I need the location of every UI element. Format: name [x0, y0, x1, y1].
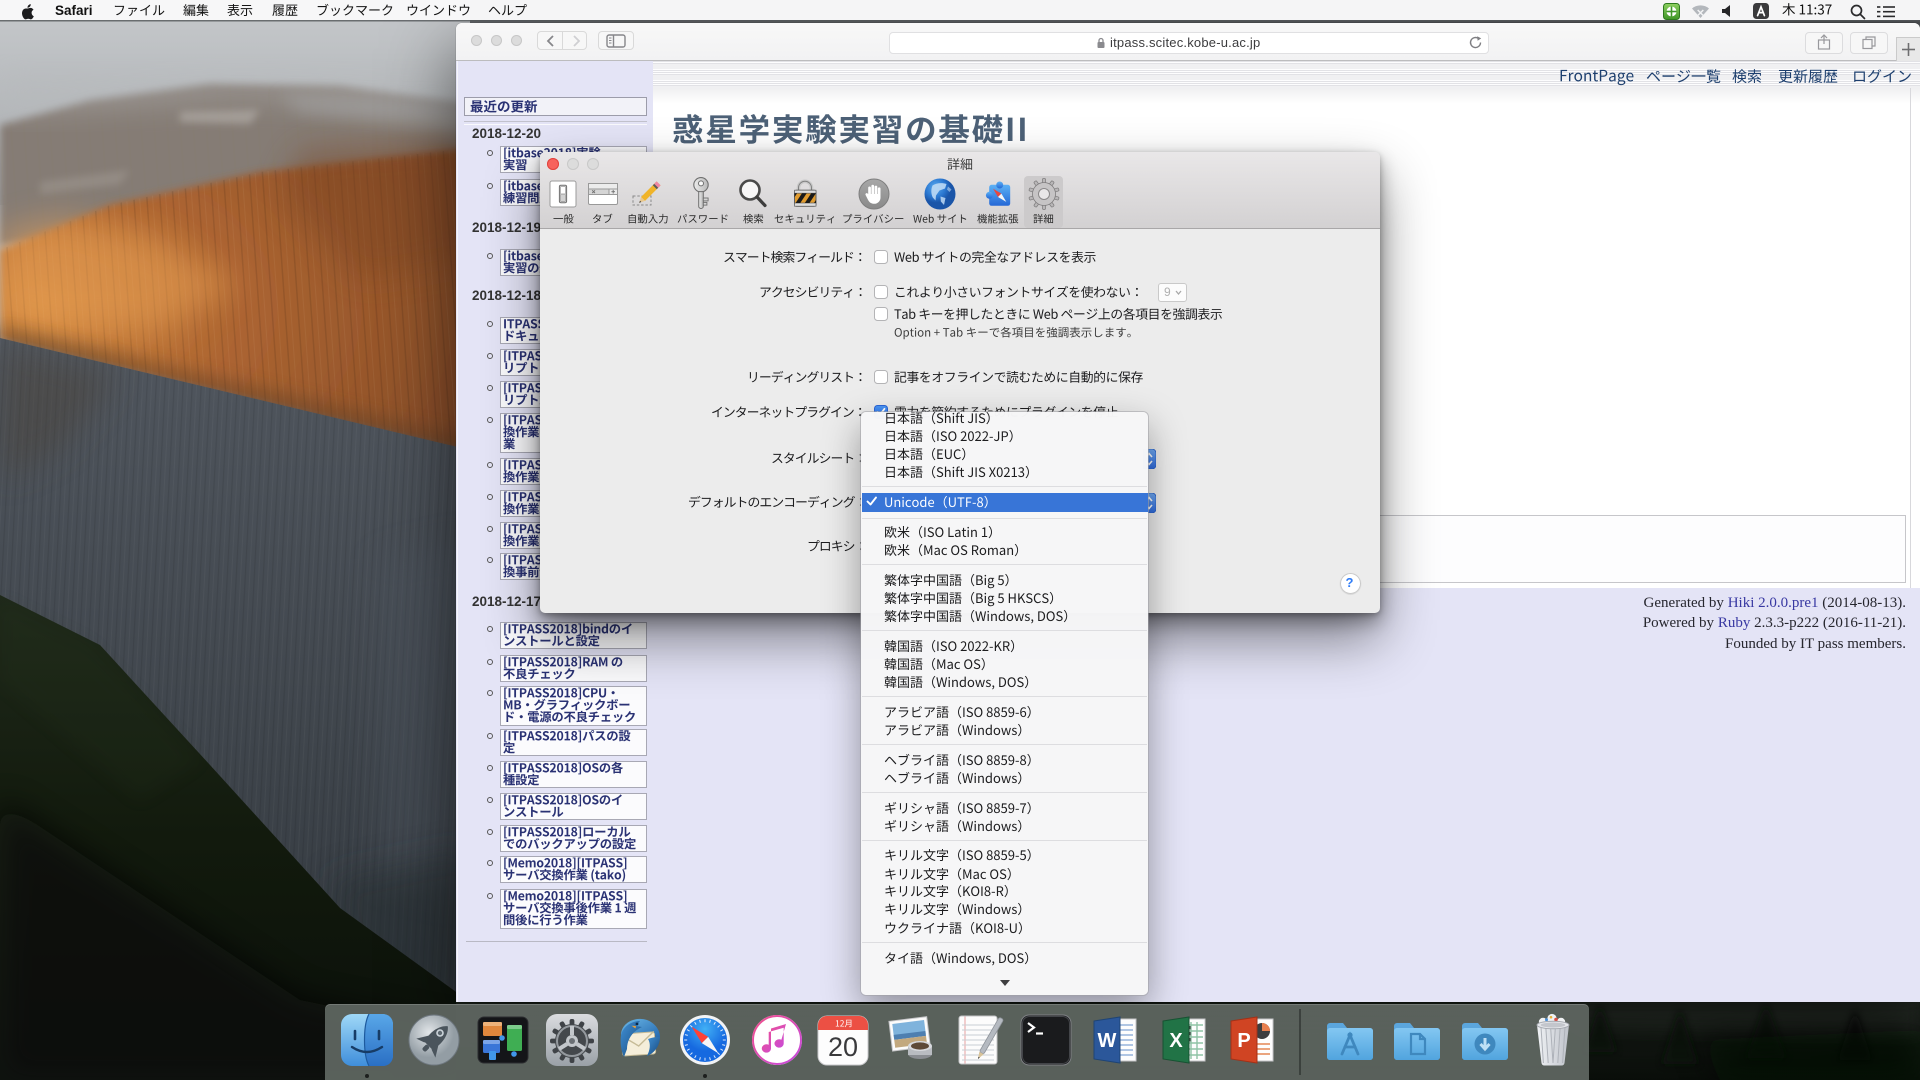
svg-text:P: P: [1237, 1030, 1250, 1052]
svg-text:20: 20: [828, 1032, 858, 1062]
svg-text:W: W: [1098, 1030, 1117, 1052]
svg-text:X: X: [1169, 1030, 1183, 1052]
